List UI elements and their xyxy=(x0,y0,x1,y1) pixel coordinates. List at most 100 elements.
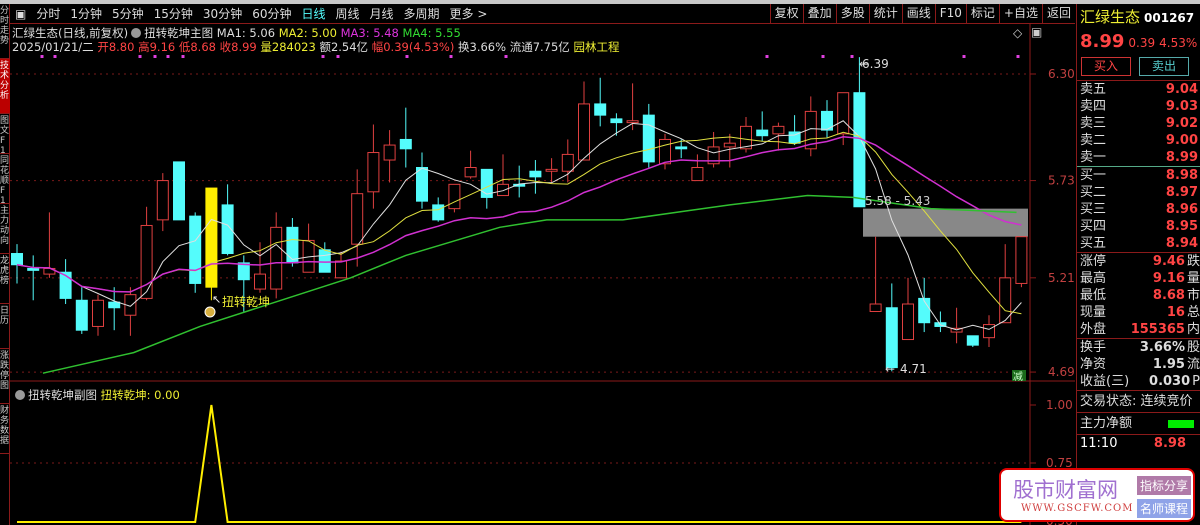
quote-label: 收益(三) xyxy=(1080,374,1130,389)
signal-dot xyxy=(449,55,453,58)
quote-label: 涨停 xyxy=(1080,254,1107,269)
candle-body xyxy=(270,226,283,290)
quote-label: 现量 xyxy=(1080,305,1107,320)
quote-label: 外盘 xyxy=(1080,322,1107,337)
signal-dot xyxy=(850,55,854,58)
quote-value: 16 xyxy=(1166,305,1185,320)
indicator-menu-icon[interactable] xyxy=(15,390,25,400)
price-change: 0.39 xyxy=(1128,36,1156,50)
last-price: 8.99 xyxy=(1080,31,1125,52)
panel-toggle-icon[interactable]: ▣ xyxy=(1031,25,1042,39)
candle-body xyxy=(659,138,671,165)
quote-row: 最低 8.68 市 xyxy=(1077,287,1200,304)
watermark: 股市财富网 WWW.GSCFW.COM 指标分享 名师课程 xyxy=(999,468,1195,522)
candle-body xyxy=(578,103,590,161)
diamond-icon[interactable]: ◇ xyxy=(1013,26,1022,40)
ask-book: 卖五 9.04 卖四 9.03 卖三 9.02 卖二 9.00 卖一 8.99 xyxy=(1077,80,1200,166)
candle-body xyxy=(140,224,153,299)
indicator-name[interactable]: 扭转乾坤主图 xyxy=(144,26,213,40)
candle-body xyxy=(416,167,428,202)
kline-chart[interactable]: 6.305.735.214.691.000.750.506.39←5.58 - … xyxy=(0,0,1200,525)
watermark-tag-share: 指标分享 xyxy=(1137,476,1192,495)
quote-label: 最高 xyxy=(1080,271,1107,286)
sector[interactable]: 园林工程 xyxy=(573,40,619,54)
quote-row: 卖五 9.04 xyxy=(1077,81,1200,98)
quote-label: 卖三 xyxy=(1080,116,1107,131)
turnover: 换3.66% xyxy=(458,40,507,54)
candle-body xyxy=(740,125,752,150)
candle-body xyxy=(286,226,299,264)
quote-value: 8.94 xyxy=(1165,236,1198,251)
sell-button[interactable]: 卖出 xyxy=(1139,57,1189,76)
candle-body xyxy=(173,161,185,221)
quote-extra-label: 股 xyxy=(1186,340,1200,355)
candle-body xyxy=(626,120,639,124)
quote-row: 卖三 9.02 xyxy=(1077,115,1200,132)
finance-block: 换手 3.66% 股净资 1.95 流收益(三) 0.030 P xyxy=(1077,338,1200,390)
candle-body xyxy=(529,170,542,178)
quote-row: 买五 8.94 xyxy=(1077,235,1200,252)
sub-indicator-name[interactable]: 扭转乾坤副图 xyxy=(28,388,97,402)
candle-body xyxy=(205,187,218,288)
candle-body xyxy=(189,215,202,284)
quote-value: 8.95 xyxy=(1165,219,1198,234)
ma4-value: MA4: 5.55 xyxy=(402,26,461,40)
candle-body xyxy=(448,183,461,210)
price-tick-label: 5.21 xyxy=(1048,271,1075,285)
ma1-value: MA1: 5.06 xyxy=(216,26,276,40)
indicator-menu-icon[interactable] xyxy=(131,28,142,38)
quote-value: 8.97 xyxy=(1165,185,1198,200)
change: 幅0.39(4.53%) xyxy=(371,40,455,54)
candle-body xyxy=(318,249,331,273)
quote-value: 9.02 xyxy=(1165,116,1198,131)
buy-button[interactable]: 买入 xyxy=(1081,57,1131,76)
quote-value: 9.04 xyxy=(1165,82,1198,97)
price-tick-label: 6.30 xyxy=(1048,67,1075,81)
stock-name: 汇绿生态 xyxy=(1080,8,1141,26)
candle-body xyxy=(108,301,121,309)
quote-extra-label: P xyxy=(1192,374,1200,389)
quote-label: 最低 xyxy=(1080,288,1107,303)
main-flow-row[interactable]: 主力净额 xyxy=(1077,412,1200,434)
candle-body xyxy=(75,299,88,331)
quote-value: 1.95 xyxy=(1152,357,1185,372)
candle-body xyxy=(837,92,850,135)
quote-row: 最高 9.16 量 xyxy=(1077,270,1200,287)
arrow-icon: ↖ xyxy=(212,293,221,306)
candle-body xyxy=(561,153,574,172)
quote-label: 卖一 xyxy=(1080,150,1107,165)
quote-extra-label: 量 xyxy=(1186,271,1200,286)
quote-panel: 汇绿生态 001267 8.99 0.39 4.53% 买入 卖出 卖五 9.04 卖四 9.… xyxy=(1076,4,1200,525)
quote-label: 卖四 xyxy=(1080,99,1107,114)
trade-status: 交易状态: 连续竞价 xyxy=(1080,394,1193,409)
signal-dot xyxy=(336,55,340,58)
signal-dot xyxy=(405,55,409,58)
price-change-pct: 4.53% xyxy=(1159,36,1198,50)
tick-row: 11:10 8.98 xyxy=(1077,434,1200,451)
gap-label: 5.58 - 5.43 xyxy=(865,194,930,208)
candle-body xyxy=(237,262,250,281)
candle-body xyxy=(367,152,380,193)
float-cap: 流通7.75亿 xyxy=(509,40,570,54)
quote-value: 8.68 xyxy=(1152,288,1185,303)
candle-body xyxy=(1015,236,1028,284)
quote-row: 卖一 8.99 xyxy=(1077,149,1200,166)
reduce-badge-text: 减 xyxy=(1013,371,1023,383)
candle-body xyxy=(885,307,898,369)
quote-label: 净资 xyxy=(1080,357,1107,372)
candle-body xyxy=(464,167,477,178)
signal-dot xyxy=(153,55,157,58)
signal-dot xyxy=(765,55,769,58)
quote-value: 8.99 xyxy=(1165,150,1198,165)
quote-label: 买二 xyxy=(1080,185,1107,200)
candle-body xyxy=(853,92,866,208)
signal-dot xyxy=(1016,55,1020,58)
signal-dot xyxy=(821,55,825,58)
ma2-value: MA2: 5.00 xyxy=(278,26,337,40)
candle-body xyxy=(432,204,445,221)
candle-body xyxy=(983,324,995,339)
candle-body xyxy=(594,103,607,116)
tick-time: 11:10 xyxy=(1080,436,1118,451)
quote-row: 卖四 9.03 xyxy=(1077,98,1200,115)
signal-dot xyxy=(53,55,57,58)
